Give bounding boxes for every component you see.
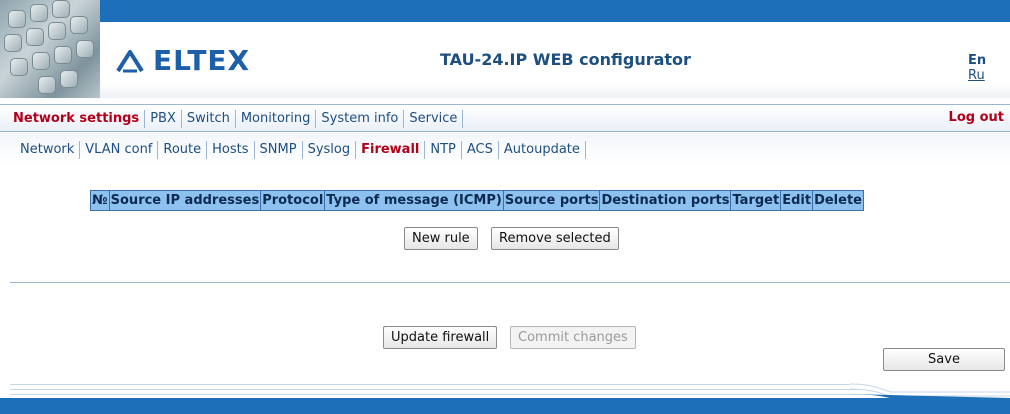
col-number: № — [90, 190, 110, 211]
main-nav-network-settings[interactable]: Network settings — [8, 109, 146, 128]
col-delete: Delete — [812, 190, 864, 211]
col-target: Target — [730, 190, 782, 211]
col-source-ports: Source ports — [502, 190, 601, 211]
sub-nav-firewall[interactable]: Firewall — [356, 141, 426, 159]
eltex-logo-icon — [116, 49, 144, 72]
col-protocol: Protocol — [260, 190, 326, 211]
sub-nav-ntp[interactable]: NTP — [425, 141, 462, 159]
sub-nav-autoupdate[interactable]: Autoupdate — [499, 141, 586, 159]
sub-nav-snmp[interactable]: SNMP — [255, 141, 303, 159]
top-bar — [0, 0, 1010, 22]
table-header-row: № Source IP addresses Protocol Type of m… — [90, 190, 864, 211]
main-nav: Network settings PBX Switch Monitoring S… — [0, 104, 1010, 132]
main-nav-service[interactable]: Service — [404, 109, 464, 128]
firewall-rules-table: № Source IP addresses Protocol Type of m… — [90, 190, 864, 211]
brand-name: ELTEX — [153, 44, 251, 77]
sub-nav-route[interactable]: Route — [158, 141, 208, 159]
footer-bar — [0, 398, 1010, 414]
main-nav-system-info[interactable]: System info — [316, 109, 405, 128]
sub-nav-network[interactable]: Network — [15, 141, 81, 159]
col-icmp-type: Type of message (ICMP) — [324, 190, 504, 211]
sub-nav-vlan-conf[interactable]: VLAN conf — [80, 141, 159, 159]
update-firewall-button[interactable]: Update firewall — [383, 326, 498, 349]
col-edit: Edit — [780, 190, 814, 211]
main-nav-switch[interactable]: Switch — [182, 109, 236, 128]
col-source-ip: Source IP addresses — [108, 190, 262, 211]
language-current: En — [968, 53, 987, 68]
save-button[interactable]: Save — [883, 348, 1005, 371]
footer-curve — [850, 383, 1010, 398]
language-link-ru[interactable]: Ru — [968, 68, 985, 83]
sub-nav: Network VLAN conf Route Hosts SNMP Syslo… — [0, 133, 1010, 165]
main-nav-pbx[interactable]: PBX — [145, 109, 182, 128]
app-title: TAU-24.IP WEB configurator — [440, 50, 691, 69]
remove-selected-button[interactable]: Remove selected — [491, 227, 619, 250]
sub-nav-syslog[interactable]: Syslog — [303, 141, 357, 159]
sub-nav-hosts[interactable]: Hosts — [207, 141, 255, 159]
header-keyboard-image — [0, 0, 100, 98]
new-rule-button[interactable]: New rule — [404, 227, 478, 250]
main-nav-monitoring[interactable]: Monitoring — [236, 109, 317, 128]
col-destination-ports: Destination ports — [599, 190, 732, 211]
language-switcher: En Ru — [968, 53, 1010, 83]
logout-link[interactable]: Log out — [949, 110, 1004, 125]
sub-nav-acs[interactable]: ACS — [462, 141, 499, 159]
eltex-logo: ELTEX — [115, 44, 250, 77]
section-divider — [10, 282, 1010, 283]
commit-changes-button[interactable]: Commit changes — [510, 326, 636, 349]
